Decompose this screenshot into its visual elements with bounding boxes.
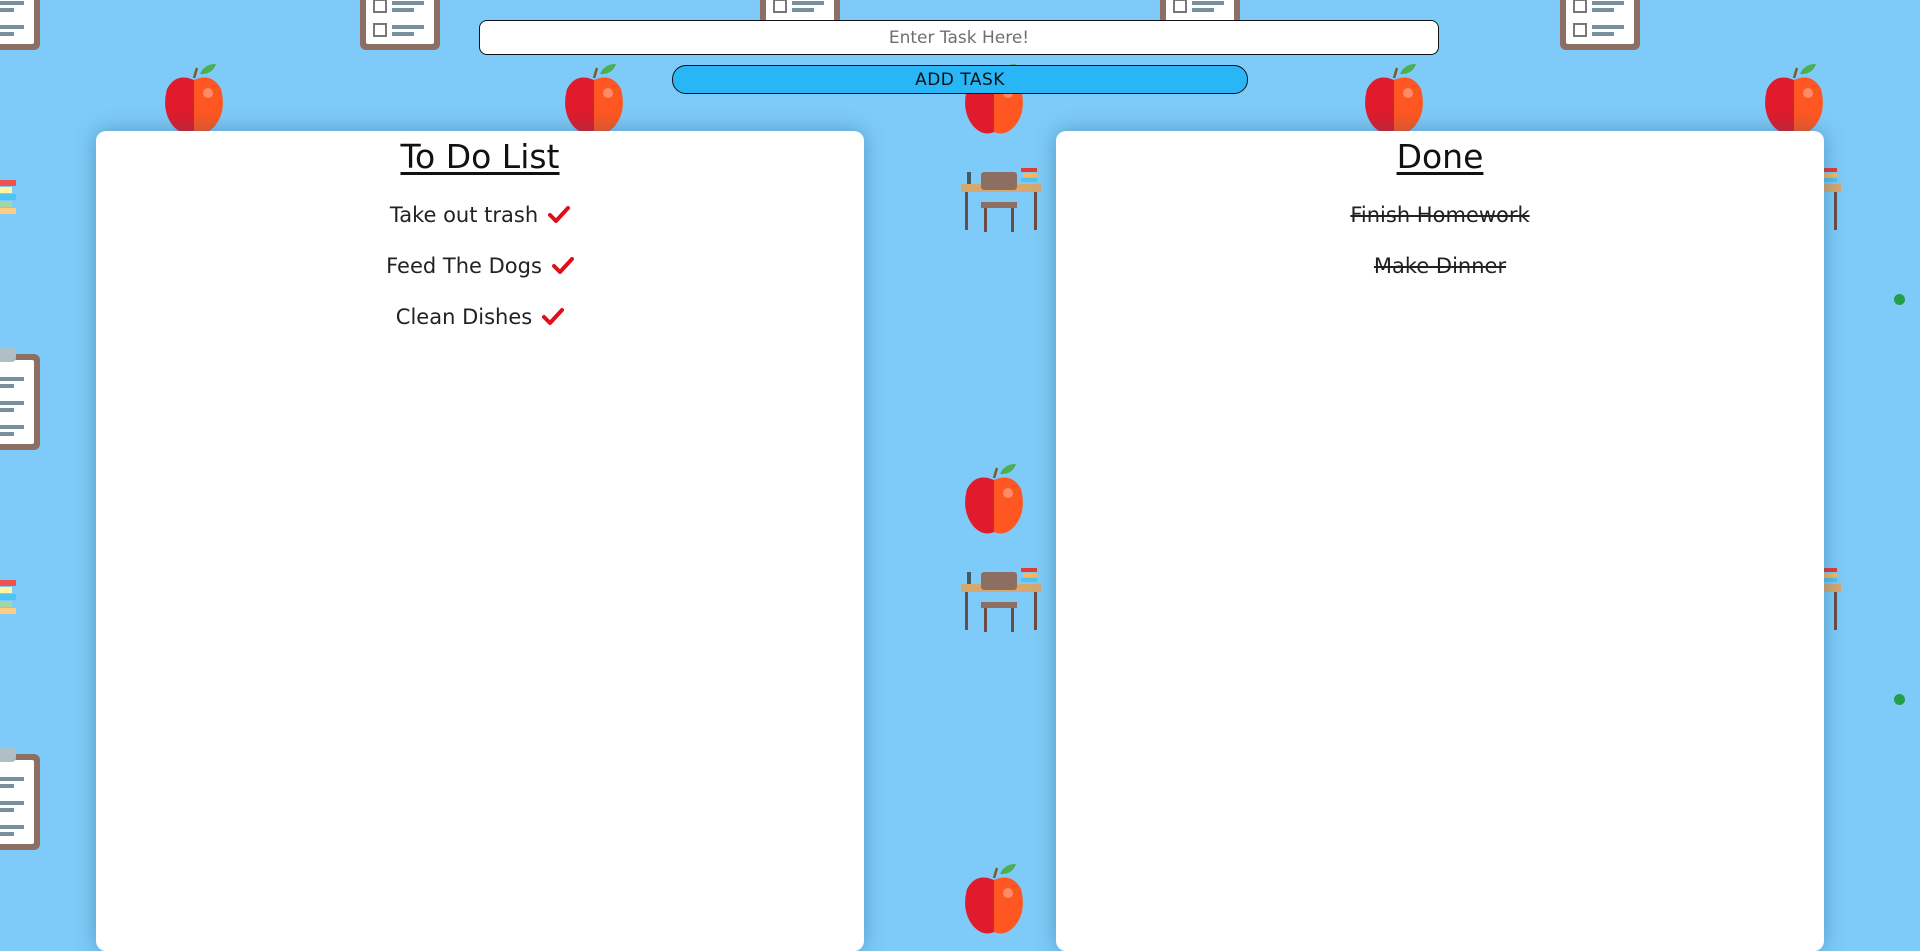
- check-icon[interactable]: [551, 256, 574, 275]
- done-title: Done: [1396, 137, 1484, 176]
- todo-item-label[interactable]: Feed The Dogs: [386, 254, 542, 278]
- clipboard-icon: [358, 0, 442, 52]
- desk-icon: [961, 168, 1041, 232]
- done-item: Make Dinner: [1056, 240, 1824, 291]
- todo-item: Take out trash: [96, 189, 864, 240]
- todo-item-label[interactable]: Clean Dishes: [396, 305, 532, 329]
- status-dot: [1894, 294, 1905, 305]
- books-icon: [0, 180, 16, 214]
- clipboard-icon: [0, 746, 42, 852]
- apple-icon: [563, 62, 625, 135]
- done-panel: Done Finish Homework Make Dinner: [1056, 131, 1824, 951]
- done-list: Finish Homework Make Dinner: [1056, 189, 1824, 291]
- clipboard-icon: [0, 0, 42, 52]
- status-dot: [1894, 694, 1905, 705]
- add-task-button[interactable]: ADD TASK: [672, 65, 1248, 94]
- todo-title: To Do List: [400, 137, 560, 176]
- clipboard-icon: [0, 346, 42, 452]
- books-icon: [0, 580, 16, 614]
- apple-icon: [163, 62, 225, 135]
- task-input[interactable]: [479, 20, 1439, 55]
- apple-icon: [963, 462, 1025, 535]
- check-icon[interactable]: [542, 307, 565, 326]
- apple-icon: [1763, 62, 1825, 135]
- done-item-label[interactable]: Finish Homework: [1350, 203, 1529, 227]
- apple-icon: [1363, 62, 1425, 135]
- todo-item-label[interactable]: Take out trash: [390, 203, 538, 227]
- clipboard-icon: [1558, 0, 1642, 52]
- todo-list: Take out trash Feed The Dogs Clean Dishe…: [96, 189, 864, 342]
- desk-icon: [961, 568, 1041, 632]
- apple-icon: [963, 862, 1025, 935]
- todo-item: Feed The Dogs: [96, 240, 864, 291]
- done-item: Finish Homework: [1056, 189, 1824, 240]
- check-icon[interactable]: [548, 205, 571, 224]
- done-item-label[interactable]: Make Dinner: [1374, 254, 1506, 278]
- todo-item: Clean Dishes: [96, 291, 864, 342]
- todo-panel: To Do List Take out trash Feed The Dogs …: [96, 131, 864, 951]
